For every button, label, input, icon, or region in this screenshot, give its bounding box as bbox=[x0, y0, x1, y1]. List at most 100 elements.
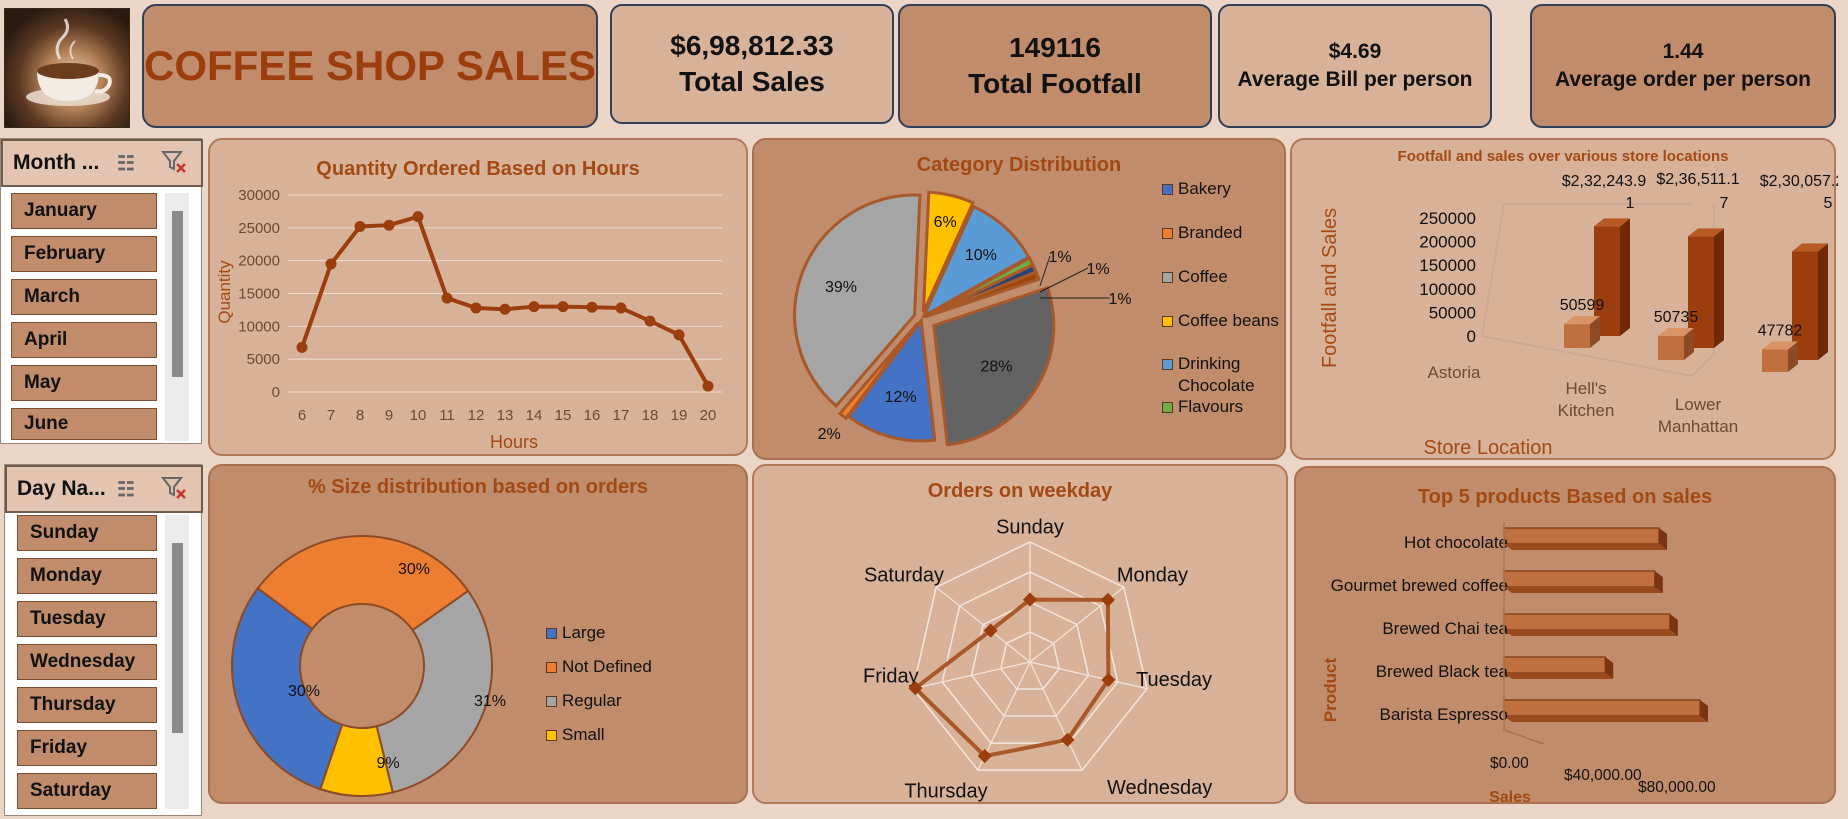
data-point bbox=[499, 303, 511, 315]
bar-side bbox=[1818, 243, 1828, 360]
x-axis-title: Hours bbox=[490, 432, 538, 452]
y-tick-label: 5000 bbox=[247, 351, 280, 368]
legend-item: Branded bbox=[1162, 222, 1282, 244]
y-tick-label: Brewed Chai tea bbox=[1382, 619, 1508, 638]
bar bbox=[1564, 324, 1590, 348]
legend-swatch bbox=[1162, 272, 1173, 283]
clear-filter-icon[interactable] bbox=[160, 475, 189, 507]
data-point bbox=[673, 329, 685, 341]
axis-label: Saturday bbox=[864, 565, 944, 587]
data-point bbox=[325, 258, 337, 270]
slicer-item-month[interactable]: January bbox=[11, 193, 157, 229]
slicer-item-day[interactable]: Tuesday bbox=[17, 601, 157, 637]
scrollbar-thumb[interactable] bbox=[172, 211, 183, 377]
slicer-item-month[interactable]: May bbox=[11, 365, 157, 401]
kpi-average-order: 1.44 Average order per person bbox=[1530, 4, 1836, 128]
data-label: 5 bbox=[1824, 195, 1833, 212]
bar-side bbox=[1714, 228, 1724, 348]
legend-swatch bbox=[546, 628, 557, 639]
category-pie-panel: Category Distribution 6% 10% 28% 12% 2% 39% 1%… bbox=[752, 138, 1286, 460]
slicer-item-day[interactable]: Thursday bbox=[17, 687, 157, 723]
data-label: 12% bbox=[885, 389, 917, 406]
x-tick-label: 10 bbox=[410, 407, 427, 424]
data-point bbox=[557, 301, 569, 313]
y-tick-label: Barista Espresso bbox=[1380, 705, 1509, 724]
kpi-label: Total Footfall bbox=[968, 68, 1142, 99]
bar bbox=[1503, 613, 1671, 631]
data-point bbox=[354, 221, 366, 233]
series-line bbox=[300, 214, 710, 388]
kpi-total-footfall: 149116 Total Footfall bbox=[898, 4, 1212, 128]
slicer-item-day[interactable]: Friday bbox=[17, 730, 157, 766]
y-tick-label: 50000 bbox=[1429, 303, 1476, 322]
y-tick-label: 100000 bbox=[1419, 280, 1476, 299]
slicer-item-day[interactable]: Monday bbox=[17, 558, 157, 594]
legend-item: Regular bbox=[546, 690, 622, 712]
multi-select-icon[interactable]: ☷ bbox=[117, 477, 135, 502]
x-tick-label: 14 bbox=[526, 407, 543, 424]
legend-swatch bbox=[1162, 316, 1173, 327]
x-tick-label: 18 bbox=[642, 407, 659, 424]
legend-swatch bbox=[1162, 402, 1173, 413]
x-tick-label: Lower bbox=[1675, 395, 1722, 414]
data-point bbox=[383, 219, 395, 231]
data-label: 7 bbox=[1720, 195, 1729, 212]
slicer-item-day[interactable]: Wednesday bbox=[17, 644, 157, 680]
dashboard-title: COFFEE SHOP SALES bbox=[144, 42, 596, 89]
y-axis-title: Quantity bbox=[215, 260, 234, 324]
slicer-item-month[interactable]: April bbox=[11, 322, 157, 358]
bar-side bbox=[1620, 218, 1630, 336]
x-tick-label: $0.00 bbox=[1490, 755, 1529, 772]
legend-label: Not Defined bbox=[562, 657, 652, 676]
bar-bottom bbox=[1504, 673, 1614, 679]
data-label: $2,32,243.9 bbox=[1562, 173, 1647, 190]
data-label: $2,36,511.1 bbox=[1656, 171, 1739, 188]
slicer-item-month[interactable]: June bbox=[11, 408, 157, 440]
axis-label: Friday bbox=[863, 665, 919, 687]
hours-line-chart: 0 5000 10000 15000 20000 25000 30000 6 7 8 9 10 11 12… bbox=[215, 187, 722, 452]
data-label: 30% bbox=[288, 683, 320, 700]
slicer-item-day[interactable]: Sunday bbox=[17, 515, 157, 551]
day-slicer-title: Day Na... bbox=[17, 477, 106, 500]
data-label: 1 bbox=[1626, 195, 1635, 212]
x-tick-label: 12 bbox=[468, 407, 485, 424]
x-tick-label: Hell's bbox=[1565, 379, 1606, 398]
slicer-item-day[interactable]: Saturday bbox=[17, 773, 157, 809]
y-axis-title: Product bbox=[1321, 658, 1340, 723]
data-label: 1% bbox=[1108, 291, 1131, 308]
x-tick-label: $80,000.00 bbox=[1638, 779, 1716, 796]
axis-label: Tuesday bbox=[1136, 669, 1212, 691]
month-slicer-scrollbar[interactable] bbox=[165, 193, 189, 441]
data-point bbox=[702, 380, 714, 392]
store-bar-panel: Footfall and sales over various store lo… bbox=[1290, 138, 1838, 460]
axis-label: Sunday bbox=[996, 517, 1064, 539]
scrollbar-thumb[interactable] bbox=[172, 543, 183, 733]
bar bbox=[1503, 527, 1660, 545]
y-tick-label: Hot chocolate bbox=[1404, 533, 1508, 552]
day-slicer-scrollbar[interactable] bbox=[165, 515, 189, 809]
clear-filter-icon[interactable] bbox=[160, 149, 189, 181]
data-label: 10% bbox=[965, 247, 997, 264]
month-slicer-header: Month ... ☷ bbox=[1, 139, 203, 187]
data-label: 2% bbox=[818, 426, 841, 443]
legend-item: Bakery bbox=[1162, 178, 1282, 200]
data-label: 6% bbox=[934, 214, 957, 231]
legend-label: Flavours bbox=[1178, 397, 1244, 416]
y-axis-title: Footfall and Sales bbox=[1319, 208, 1341, 368]
y-tick-label: 250000 bbox=[1419, 209, 1476, 228]
bar-bottom bbox=[1504, 544, 1668, 550]
slicer-item-month[interactable]: March bbox=[11, 279, 157, 315]
slicer-item-month[interactable]: February bbox=[11, 236, 157, 272]
kpi-value: $4.69 bbox=[1328, 40, 1382, 63]
data-label: 50735 bbox=[1654, 309, 1699, 326]
legend-swatch bbox=[1162, 359, 1173, 370]
y-tick-label: 10000 bbox=[238, 318, 280, 335]
x-tick-label: 9 bbox=[385, 407, 393, 424]
data-label: 50599 bbox=[1560, 297, 1605, 314]
axis-label: Wednesday bbox=[1107, 777, 1212, 799]
bar-bottom bbox=[1504, 630, 1678, 636]
weekday-radar-panel: Orders on weekday Sunday Monday Tuesday Wed… bbox=[752, 464, 1288, 804]
multi-select-icon[interactable]: ☷ bbox=[117, 151, 135, 176]
legend-label: Coffee bbox=[1178, 267, 1228, 286]
day-slicer-header: Day Na... ☷ bbox=[5, 465, 203, 513]
